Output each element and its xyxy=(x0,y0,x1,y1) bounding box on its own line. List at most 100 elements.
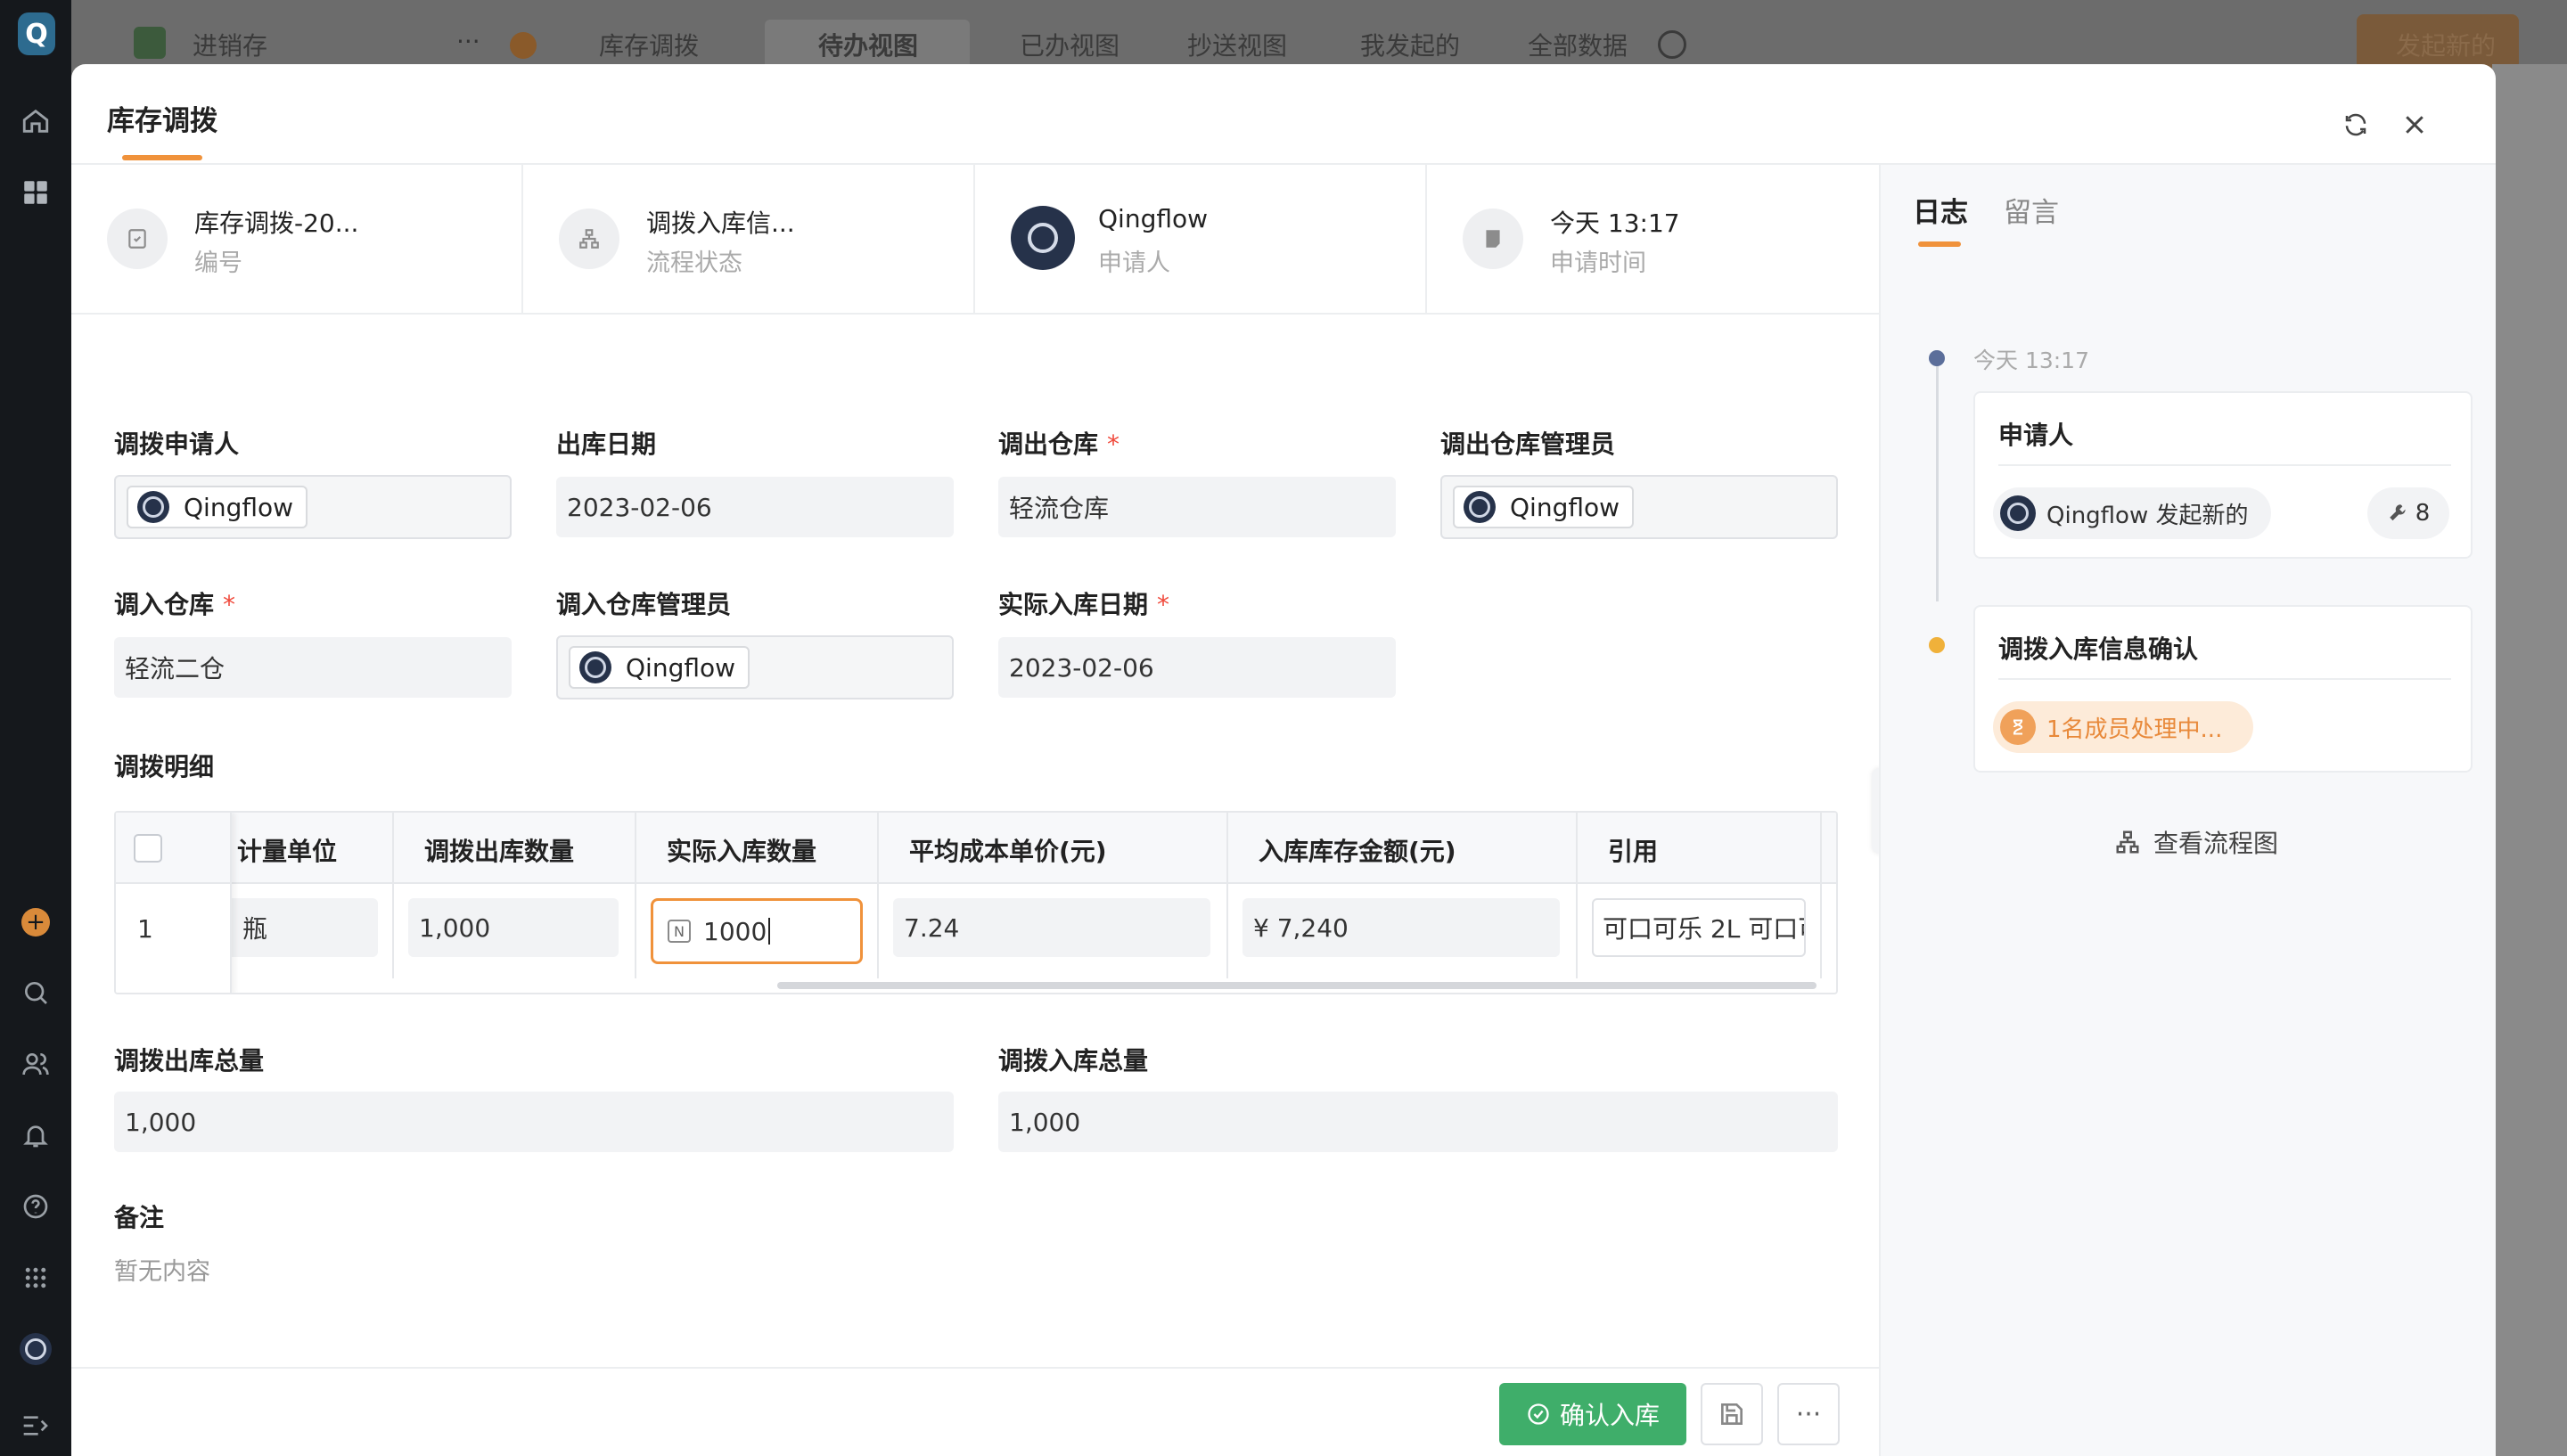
count-value: 8 xyxy=(2415,500,2431,527)
help-icon[interactable] xyxy=(20,1190,52,1223)
member-name: Qingflow xyxy=(626,652,736,683)
form-switcher[interactable]: 库存调拨 xyxy=(599,27,699,62)
info-card-applicant: Qingflow 申请人 xyxy=(975,165,1427,313)
cell-amount[interactable]: ¥ 7,240 xyxy=(1242,898,1560,957)
refresh-icon[interactable] xyxy=(2342,111,2369,142)
col-ref: 引用 xyxy=(1608,837,1659,866)
tab-comments[interactable]: 留言 xyxy=(2004,190,2059,230)
user-avatar[interactable] xyxy=(20,1333,52,1365)
view-flowchart-link[interactable]: 查看流程图 xyxy=(2114,824,2278,860)
member-chip[interactable]: Qingflow xyxy=(1453,486,1635,528)
in-total-field: 1,000 xyxy=(998,1092,1838,1152)
home-icon[interactable] xyxy=(20,105,52,137)
app-logo[interactable]: Q xyxy=(18,12,55,55)
app-icon xyxy=(134,27,166,59)
collapse-menu-icon[interactable] xyxy=(20,1410,52,1442)
info-cards-row: 库存调拨-20... 编号 调拨入库信... 流程状态 Qingflow 申请人… xyxy=(71,165,1879,315)
cell-out-qty[interactable]: 1,000 xyxy=(408,898,619,957)
add-circle-icon[interactable]: + xyxy=(20,906,52,938)
number-type-icon: N xyxy=(668,920,691,943)
check-circle-icon xyxy=(1528,1403,1549,1425)
timeline-line xyxy=(1936,363,1939,601)
view-tab-todo[interactable]: 待办视图 xyxy=(818,27,918,62)
confirm-label: 确认入库 xyxy=(1559,1401,1660,1430)
col-out-qty: 调拨出库数量 xyxy=(424,837,575,866)
col-amount: 入库库存金额(元) xyxy=(1259,837,1456,866)
entry-title: 申请人 xyxy=(1998,421,2074,450)
member-chip[interactable]: Qingflow xyxy=(569,646,750,689)
field-label-in-total: 调拨入库总量 xyxy=(998,1046,1149,1076)
info-card-value: 调拨入库信... xyxy=(646,209,795,238)
out-manager-field[interactable]: Qingflow xyxy=(1440,475,1838,539)
save-draft-button[interactable] xyxy=(1701,1383,1763,1445)
log-entry-card: 调拨入库信息确认 1名成员处理中... xyxy=(1973,605,2473,773)
select-all-checkbox[interactable] xyxy=(134,834,162,863)
bell-icon[interactable] xyxy=(20,1119,52,1151)
confirm-stock-in-button[interactable]: 确认入库 xyxy=(1499,1383,1686,1445)
out-warehouse-field[interactable]: 轻流仓库 xyxy=(998,477,1396,537)
out-date-field[interactable]: 2023-02-06 xyxy=(556,477,954,537)
flow-icon xyxy=(559,209,619,269)
wrench-icon xyxy=(2389,504,2406,521)
flowchart-icon xyxy=(2116,830,2139,854)
field-label-remark: 备注 xyxy=(114,1203,165,1232)
tool-count-badge[interactable]: 8 xyxy=(2367,487,2449,539)
modal-footer: 确认入库 ··· xyxy=(71,1367,1879,1456)
view-tab-cc[interactable]: 抄送视图 xyxy=(1187,27,1287,62)
table-horizontal-scrollbar[interactable] xyxy=(777,982,1817,989)
in-manager-field[interactable]: Qingflow xyxy=(556,635,954,699)
app-launcher-icon[interactable] xyxy=(20,1262,52,1294)
modal-title: 库存调拨 xyxy=(107,105,217,137)
title-underline xyxy=(122,155,202,160)
entry-title: 调拨入库信息确认 xyxy=(1998,634,2199,664)
users-icon[interactable] xyxy=(20,1048,52,1080)
field-label-in-warehouse: 调入仓库 * xyxy=(114,585,235,621)
page-background-right xyxy=(2492,64,2567,1456)
detail-table: 1 计量单位 调拨出库数量 实际入库数量 平均成本单价(元) 入库库存金额(元)… xyxy=(114,811,1838,994)
info-card-caption: 编号 xyxy=(194,249,242,277)
entry-time: 今天 13:17 xyxy=(1973,348,2089,373)
more-actions-button[interactable]: ··· xyxy=(1777,1383,1840,1445)
log-entry-card: 申请人 Qingflow 发起新的 8 xyxy=(1973,391,2473,559)
actual-in-date-field[interactable]: 2023-02-06 xyxy=(998,637,1396,698)
col-divider xyxy=(1576,813,1578,978)
add-view-icon[interactable] xyxy=(1658,30,1686,59)
search-icon[interactable] xyxy=(20,977,52,1009)
form-body: 调拨申请人 Qingflow 出库日期 2023-02-06 调出仓库 * 轻流仓… xyxy=(71,316,1879,1430)
col-divider xyxy=(1820,813,1822,978)
view-tab-mine[interactable]: 我发起的 xyxy=(1360,27,1460,62)
field-label-applicant: 调拨申请人 xyxy=(114,429,240,459)
view-tab-done[interactable]: 已办视图 xyxy=(1020,27,1119,62)
view-tab-all[interactable]: 全部数据 xyxy=(1528,27,1628,62)
pending-status-chip[interactable]: 1名成员处理中... xyxy=(1993,701,2253,753)
cell-in-qty-input[interactable]: N 1000 xyxy=(651,898,863,964)
qingflow-logo xyxy=(137,491,169,523)
actor-chip: Qingflow 发起新的 xyxy=(1993,487,2271,539)
info-card-flow-status: 调拨入库信... 流程状态 xyxy=(523,165,975,313)
member-chip[interactable]: Qingflow xyxy=(127,486,308,528)
detail-section-title: 调拨明细 xyxy=(114,752,215,781)
cell-avg-price[interactable]: 7.24 xyxy=(893,898,1210,957)
add-icon[interactable] xyxy=(510,32,537,59)
time-icon xyxy=(1463,209,1523,269)
qingflow-logo xyxy=(579,651,611,683)
col-divider xyxy=(877,813,879,978)
tab-log-underline xyxy=(1918,241,1961,247)
field-label-out-warehouse: 调出仓库 * xyxy=(998,425,1119,461)
save-icon xyxy=(1721,1403,1743,1425)
in-warehouse-field[interactable]: 轻流二仓 xyxy=(114,637,512,698)
out-total-field: 1,000 xyxy=(114,1092,954,1152)
tab-log[interactable]: 日志 xyxy=(1913,190,1968,230)
close-icon[interactable] xyxy=(2401,111,2428,142)
more-icon[interactable]: ··· xyxy=(456,27,480,56)
cell-ref[interactable]: 可口可乐 2L 可口可 xyxy=(1592,898,1806,957)
text-cursor xyxy=(768,918,771,945)
modal-header: 库存调拨 xyxy=(71,64,2496,165)
record-modal: 库存调拨 库存调拨-20... 编号 调拨入库信... 流程状态 Qingflo… xyxy=(71,64,2496,1456)
apps-grid-icon[interactable] xyxy=(20,176,52,209)
cell-unit[interactable]: 瓶 xyxy=(232,898,378,957)
app-name[interactable]: 进销存 xyxy=(193,27,267,62)
required-mark: * xyxy=(223,590,236,619)
label-text: 调入仓库 xyxy=(114,590,215,619)
applicant-field[interactable]: Qingflow xyxy=(114,475,512,539)
